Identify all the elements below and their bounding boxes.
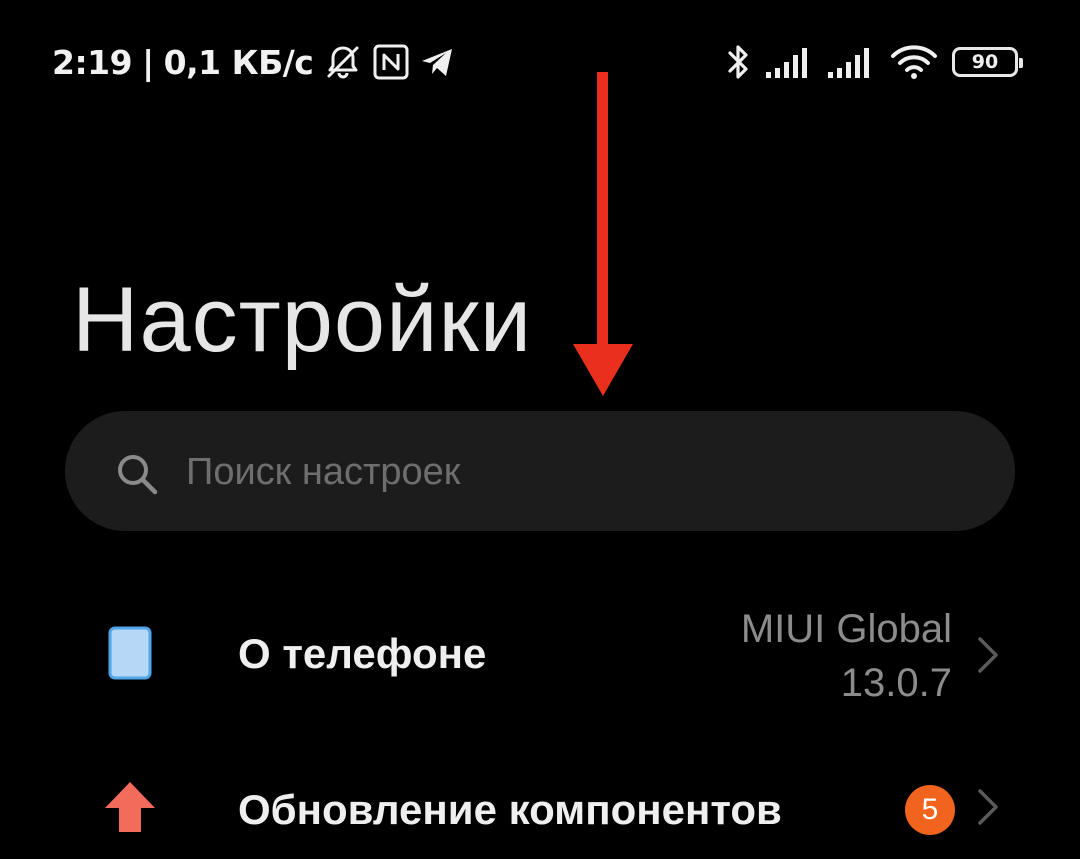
signal-icon: [766, 46, 814, 78]
signal-icon: [828, 46, 876, 78]
status-bar-right: 90: [724, 40, 1023, 84]
item-label-about-phone: О телефоне: [238, 630, 487, 677]
page-title: Настройки: [72, 269, 533, 371]
search-icon: [115, 452, 159, 501]
status-separator: |: [142, 42, 154, 82]
annotation-arrow-head: [573, 344, 633, 396]
miui-version-value: MIUI Global 13.0.7: [552, 602, 952, 710]
status-time: 2:19: [52, 42, 133, 82]
list-item-about-phone[interactable]: О телефоне MIUI Global 13.0.7: [0, 580, 1080, 730]
battery-percentage: 90: [971, 51, 999, 73]
item-label-component-updates: Обновление компонентов: [238, 786, 782, 833]
status-bar: 2:19 | 0,1 КБ/с 90: [0, 0, 1080, 125]
annotation-arrow-shaft: [597, 72, 608, 354]
miui-version-line2: 13.0.7: [840, 661, 952, 705]
battery-icon: 90: [952, 47, 1023, 77]
chevron-right-icon: [976, 635, 1002, 680]
miui-version-line1: MIUI Global: [740, 607, 952, 651]
chevron-right-icon: [976, 787, 1002, 832]
update-count-badge: 5: [905, 785, 955, 835]
phone-icon: [108, 626, 152, 685]
wifi-icon: [890, 44, 938, 80]
status-bar-left: 2:19 | 0,1 КБ/с: [52, 40, 455, 84]
annotation-arrow-icon: [573, 72, 633, 396]
nfc-icon: [373, 44, 409, 80]
network-speed: 0,1 КБ/с: [163, 42, 314, 82]
update-arrow-icon: [103, 780, 157, 839]
list-item-component-updates[interactable]: Обновление компонентов 5: [0, 730, 1080, 859]
bluetooth-icon: [724, 42, 752, 82]
telegram-icon: [419, 44, 455, 80]
search-input[interactable]: [186, 440, 966, 504]
bell-off-icon: [323, 42, 363, 82]
